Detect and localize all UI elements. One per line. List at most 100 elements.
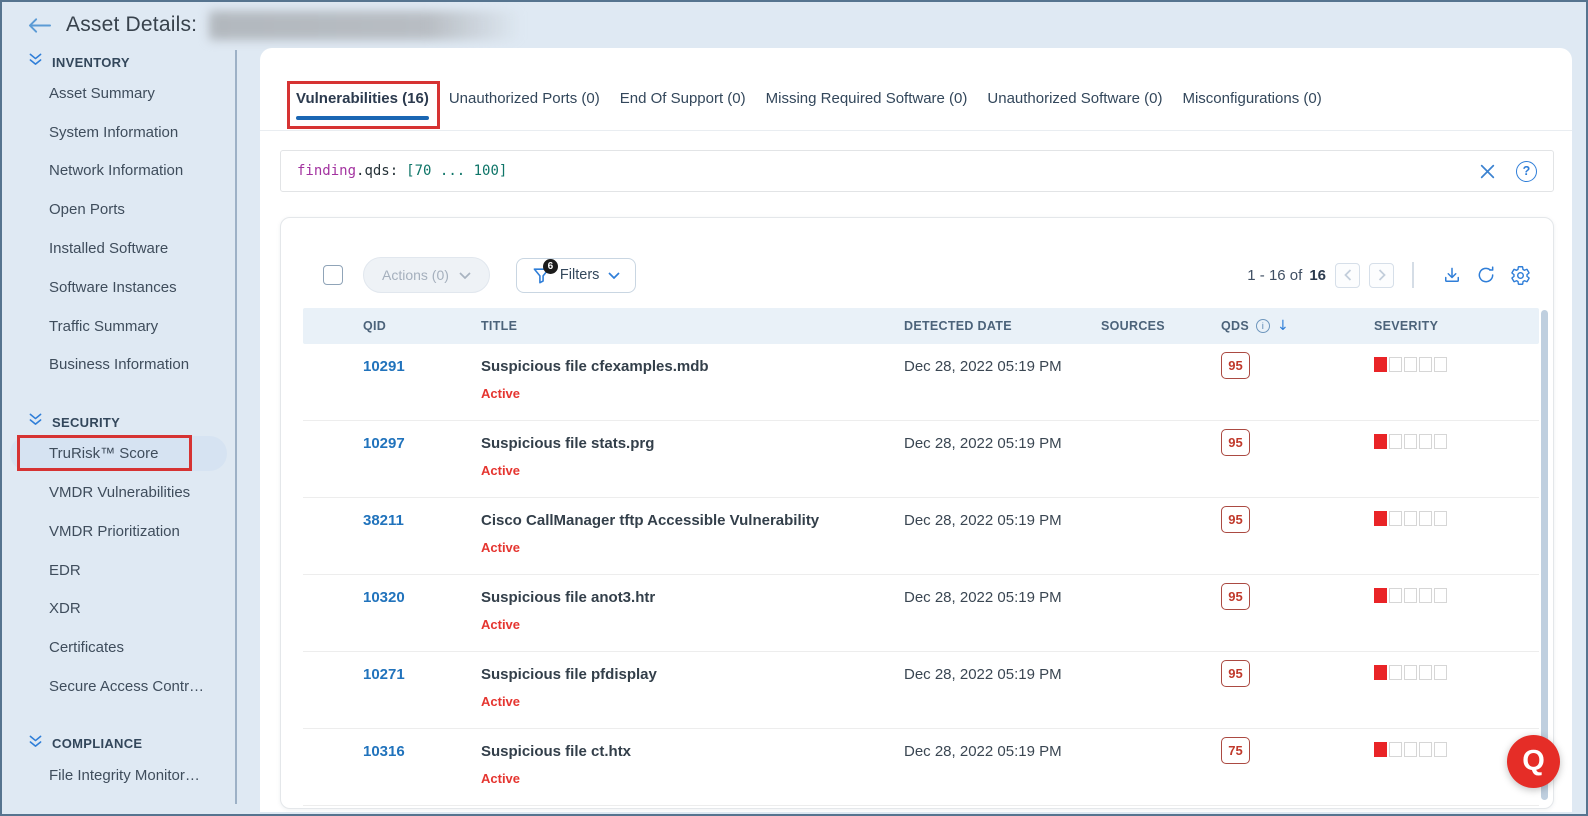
sidebar-item[interactable]: VMDR Prioritization (2, 512, 235, 551)
severity-square-empty (1419, 588, 1432, 603)
actions-label: Actions (0) (382, 267, 449, 283)
table-header: QID TITLE DETECTED DATE SOURCES QDS SEVE… (303, 308, 1539, 344)
column-header-title[interactable]: TITLE (481, 319, 904, 333)
sidebar-section-header[interactable]: INVENTORY (2, 50, 235, 74)
query-field-token: finding (297, 163, 356, 179)
qid-link[interactable]: 10316 (363, 743, 405, 760)
severity-square-empty (1389, 665, 1402, 680)
detected-date: Dec 28, 2022 05:19 PM (904, 652, 1101, 728)
qid-link[interactable]: 10271 (363, 666, 405, 683)
severity-square-empty (1434, 511, 1447, 526)
status-active: Active (481, 386, 904, 401)
severity-square-empty (1419, 742, 1432, 757)
table-row[interactable]: 10297 Suspicious file stats.prg Active D… (303, 421, 1539, 498)
qid-link[interactable]: 38211 (363, 512, 404, 529)
table-row[interactable]: 10271 Suspicious file pfdisplay Active D… (303, 652, 1539, 729)
tab-label: Unauthorized Software (0) (987, 90, 1162, 107)
sidebar-item[interactable]: Network Information (2, 152, 235, 191)
select-all-checkbox[interactable] (323, 265, 343, 285)
qid-link[interactable]: 10320 (363, 589, 405, 606)
qid-link[interactable]: 10297 (363, 435, 405, 452)
sidebar-sections: INVENTORY Asset Summary System Informati… (2, 50, 235, 795)
column-header-detected-date[interactable]: DETECTED DATE (904, 319, 1101, 333)
sidebar-item[interactable]: XDR (2, 590, 235, 629)
pagination-total: 16 (1309, 267, 1326, 284)
qualys-assistant-button[interactable]: Q (1507, 735, 1560, 788)
sidebar-section-items: File Integrity Monitor… (2, 756, 235, 795)
sidebar-item[interactable]: Traffic Summary (2, 307, 235, 346)
sidebar-item[interactable]: Certificates (2, 628, 235, 667)
table-scrollbar[interactable] (1541, 310, 1548, 800)
severity-square-empty (1404, 511, 1417, 526)
table-row[interactable]: 38211 Cisco CallManager tftp Accessible … (303, 498, 1539, 575)
sidebar-item[interactable]: TruRisk™ Score (10, 436, 227, 471)
detected-date: Dec 28, 2022 05:19 PM (904, 575, 1101, 651)
sidebar-item[interactable]: System Information (2, 113, 235, 152)
tab-missing-required-software[interactable]: Missing Required Software (0) (766, 90, 968, 107)
tab-label: Missing Required Software (0) (766, 90, 968, 107)
sidebar-item[interactable]: File Integrity Monitor… (2, 756, 235, 795)
qds-score-badge: 75 (1221, 737, 1250, 764)
filters-count-badge: 6 (543, 259, 558, 274)
sidebar-section: INVENTORY Asset Summary System Informati… (2, 50, 235, 384)
tab-unauthorized-software[interactable]: Unauthorized Software (0) (987, 90, 1162, 107)
tab-unauthorized-ports[interactable]: Unauthorized Ports (0) (449, 90, 600, 107)
sidebar-item-label: XDR (49, 600, 81, 617)
vulnerability-title: Suspicious file pfdisplay (481, 666, 904, 683)
severity-square-empty (1389, 588, 1402, 603)
info-icon[interactable] (1256, 319, 1270, 333)
sidebar-item[interactable]: Software Instances (2, 268, 235, 307)
sidebar-section: COMPLIANCE File Integrity Monitor… (2, 732, 235, 795)
sidebar-item-label: Asset Summary (49, 85, 155, 102)
table-row[interactable]: 10291 Suspicious file cfexamples.mdb Act… (303, 344, 1539, 421)
back-arrow-icon[interactable] (28, 17, 51, 34)
sidebar-item[interactable]: Secure Access Contr… (2, 667, 235, 706)
sidebar-item[interactable]: VMDR Vulnerabilities (2, 473, 235, 512)
sidebar-item-label: Network Information (49, 162, 183, 179)
qds-score-badge: 95 (1221, 506, 1250, 533)
tab-label: Unauthorized Ports (0) (449, 90, 600, 107)
sidebar-section-header[interactable]: COMPLIANCE (2, 732, 235, 756)
sidebar-item[interactable]: Installed Software (2, 229, 235, 268)
status-active: Active (481, 694, 904, 709)
tab-vulnerabilities[interactable]: Vulnerabilities (16) (296, 90, 429, 107)
severity-square-empty (1389, 357, 1402, 372)
refresh-icon[interactable] (1476, 265, 1496, 285)
next-page-button[interactable] (1369, 263, 1394, 288)
column-header-severity[interactable]: SEVERITY (1374, 319, 1539, 333)
chevron-down-icon (459, 272, 471, 279)
sidebar-item[interactable]: Business Information (2, 346, 235, 385)
download-icon[interactable] (1442, 265, 1462, 285)
sidebar-item[interactable]: EDR (2, 551, 235, 590)
table-row[interactable]: 10316 Suspicious file ct.htx Active Dec … (303, 729, 1539, 806)
table-row[interactable]: 10320 Suspicious file anot3.htr Active D… (303, 575, 1539, 652)
severity-square-filled (1374, 742, 1387, 757)
column-header-qid[interactable]: QID (363, 319, 481, 333)
tab-misconfigurations[interactable]: Misconfigurations (0) (1182, 90, 1321, 107)
severity-square-empty (1389, 742, 1402, 757)
search-input[interactable]: finding .qds: [70 ... 100] ? (280, 150, 1554, 192)
tab-end-of-support[interactable]: End Of Support (0) (620, 90, 746, 107)
sidebar-section-header[interactable]: SECURITY (2, 410, 235, 434)
help-icon[interactable]: ? (1516, 161, 1537, 182)
clear-search-icon[interactable] (1479, 163, 1496, 180)
sidebar-item[interactable]: Asset Summary (2, 74, 235, 113)
sources-cell (1101, 344, 1221, 420)
severity-bar (1374, 434, 1449, 449)
column-header-qds[interactable]: QDS (1221, 318, 1374, 334)
filters-button[interactable]: 6 Filters (516, 258, 636, 293)
row-checkbox-spacer (303, 652, 363, 728)
toolbar-divider (1412, 262, 1414, 288)
settings-gear-icon[interactable] (1510, 265, 1531, 286)
sidebar-section-items: TruRisk™ Score VMDR Vulnerabilities VMDR… (2, 436, 235, 706)
sidebar-item-label: Software Instances (49, 279, 177, 296)
severity-square-empty (1434, 588, 1447, 603)
qid-link[interactable]: 10291 (363, 358, 405, 375)
actions-button[interactable]: Actions (0) (363, 257, 490, 293)
chevron-down-icon (608, 272, 620, 279)
column-header-sources[interactable]: SOURCES (1101, 319, 1221, 333)
sidebar-item[interactable]: Open Ports (2, 190, 235, 229)
severity-square-empty (1434, 357, 1447, 372)
sidebar-section-items: Asset Summary System Information Network… (2, 74, 235, 384)
prev-page-button[interactable] (1335, 263, 1360, 288)
